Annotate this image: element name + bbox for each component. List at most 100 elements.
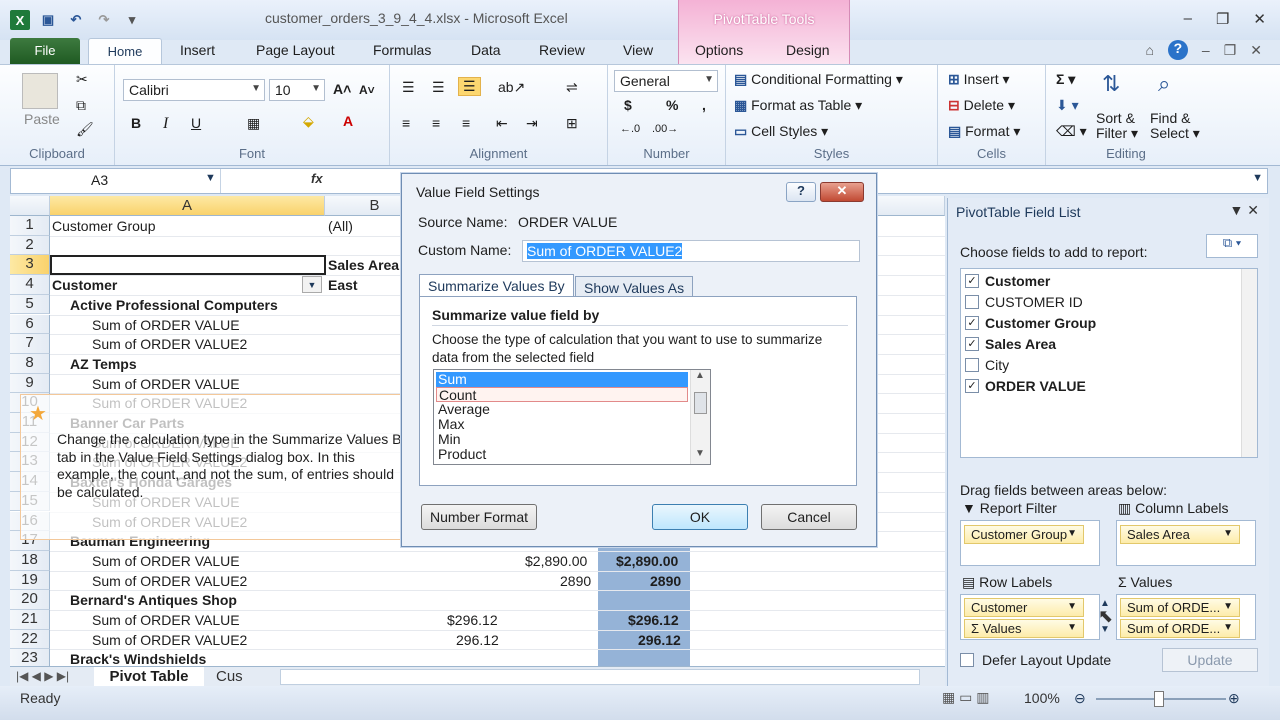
custom-name-input[interactable]: Sum of ORDER VALUE2 bbox=[522, 240, 860, 262]
cell-a[interactable]: Bernard's Antiques Shop bbox=[70, 590, 237, 610]
maximize-icon[interactable]: ❐ bbox=[1216, 10, 1229, 28]
row-header[interactable]: 3 bbox=[10, 255, 50, 276]
column-labels-area[interactable]: Sales Area ▼ bbox=[1116, 520, 1256, 566]
cell-b[interactable]: (All) bbox=[328, 216, 353, 236]
view-buttons-icon[interactable]: ▦ ▭ ▥ bbox=[942, 689, 989, 706]
align-left-icon[interactable]: ≡ bbox=[402, 115, 410, 131]
row-header[interactable]: 6 bbox=[10, 314, 50, 335]
value-cell[interactable]: 2890 bbox=[650, 571, 681, 591]
cell-a[interactable]: Sum of ORDER VALUE bbox=[92, 315, 240, 335]
value-cell[interactable]: 296.12 bbox=[638, 630, 681, 650]
format-cells-button[interactable]: ▤ Format ▾ bbox=[948, 123, 1020, 140]
filter-item-customer-group[interactable]: Customer Group ▼ bbox=[964, 525, 1084, 544]
tab-data[interactable]: Data bbox=[471, 42, 501, 58]
row-item-customer[interactable]: Customer ▼ bbox=[964, 598, 1084, 617]
tab-summarize-values-by[interactable]: Summarize Values By bbox=[419, 274, 574, 298]
cell-a[interactable]: Customer Group bbox=[52, 216, 155, 236]
tab-insert[interactable]: Insert bbox=[180, 42, 215, 58]
listbox-scrollbar[interactable]: ▲ ▼ bbox=[690, 370, 710, 464]
row-labels-area[interactable]: Customer ▼ Σ Values ▼ bbox=[960, 594, 1100, 640]
grow-font-icon[interactable]: A˄ bbox=[333, 81, 351, 97]
align-bottom-icon[interactable]: ☰ bbox=[458, 77, 481, 96]
field-item[interactable]: CUSTOMER ID bbox=[965, 294, 1083, 310]
doc-restore-icon[interactable]: ❐ bbox=[1224, 42, 1237, 59]
row-header[interactable]: 7 bbox=[10, 334, 50, 354]
fill-color-icon[interactable]: ⬙ bbox=[303, 113, 314, 130]
update-button[interactable]: Update bbox=[1162, 648, 1258, 672]
help-icon[interactable]: ? bbox=[1167, 40, 1188, 60]
scroll-thumb[interactable] bbox=[694, 392, 707, 414]
paste-button[interactable]: Paste bbox=[24, 111, 60, 127]
cell-a[interactable]: Sum of ORDER VALUE2 bbox=[92, 334, 247, 354]
value-cell[interactable]: $2,890.00 bbox=[525, 551, 587, 571]
calc-option-product[interactable]: Product bbox=[436, 447, 688, 462]
field-layout-icon[interactable]: ⧉ ▾ bbox=[1206, 234, 1258, 258]
cell-a[interactable]: Sum of ORDER VALUE bbox=[92, 551, 240, 571]
row-header[interactable]: 22 bbox=[10, 629, 50, 650]
sort-filter-icon[interactable]: ⇅ bbox=[1102, 71, 1120, 97]
calc-option-max[interactable]: Max bbox=[436, 417, 688, 432]
insert-function-icon[interactable]: fx bbox=[311, 171, 323, 186]
merge-center-icon[interactable]: ⊞ bbox=[566, 115, 578, 132]
row-header[interactable]: 23 bbox=[10, 649, 50, 666]
font-name-combo[interactable]: Calibri ▼ bbox=[123, 79, 265, 101]
row-item-values[interactable]: Σ Values ▼ bbox=[964, 619, 1084, 638]
undo-icon[interactable]: ↶ bbox=[66, 10, 86, 30]
cell-a[interactable]: Sum of ORDER VALUE bbox=[92, 610, 240, 630]
row-header[interactable]: 2 bbox=[10, 235, 50, 256]
report-filter-area[interactable]: Customer Group ▼ bbox=[960, 520, 1100, 566]
cell-b[interactable]: East bbox=[328, 275, 358, 295]
underline-button[interactable]: U bbox=[191, 115, 201, 131]
row-header[interactable]: 8 bbox=[10, 353, 50, 374]
expand-formula-icon[interactable]: ▼ bbox=[1252, 172, 1263, 184]
field-checkbox[interactable]: ✓ bbox=[965, 379, 979, 393]
percent-button[interactable]: % bbox=[666, 97, 678, 113]
sheet-nav-icon[interactable]: |◀ ◀ ▶ ▶| bbox=[16, 669, 69, 683]
row-header[interactable]: 9 bbox=[10, 373, 50, 394]
calc-option-sum[interactable]: Sum bbox=[436, 372, 688, 387]
conditional-formatting-button[interactable]: ▤ Conditional Formatting ▾ bbox=[734, 71, 903, 88]
tab-design[interactable]: Design bbox=[786, 42, 830, 58]
number-format-button[interactable]: Number Format bbox=[421, 504, 537, 530]
zoom-in-icon[interactable]: ⊕ bbox=[1228, 690, 1240, 707]
filter-dropdown-icon[interactable]: ▼ bbox=[302, 276, 322, 294]
align-center-icon[interactable]: ≡ bbox=[432, 115, 440, 131]
field-list-scrollbar[interactable] bbox=[1241, 269, 1257, 457]
scroll-down-icon[interactable]: ▼ bbox=[695, 448, 705, 459]
cell-b[interactable]: Sales Area bbox=[328, 255, 399, 275]
tab-view[interactable]: View bbox=[623, 42, 653, 58]
field-checkbox[interactable]: ✓ bbox=[965, 316, 979, 330]
doc-minimize-icon[interactable]: – bbox=[1202, 42, 1210, 58]
font-size-combo[interactable]: 10 ▼ bbox=[269, 79, 325, 101]
active-cell[interactable] bbox=[50, 255, 326, 276]
shrink-font-icon[interactable]: A˅ bbox=[359, 83, 375, 97]
increase-indent-icon[interactable]: ⇥ bbox=[526, 115, 538, 132]
calc-option-count[interactable]: Count bbox=[436, 387, 688, 403]
sheet-tab-next[interactable]: Cus bbox=[216, 668, 243, 685]
delete-cells-button[interactable]: ⊟ Delete ▾ bbox=[948, 97, 1015, 114]
select-all-corner[interactable] bbox=[10, 196, 50, 216]
doc-close-icon[interactable]: ✕ bbox=[1250, 42, 1262, 59]
format-painter-icon[interactable]: 🖌 bbox=[76, 121, 94, 138]
insert-cells-button[interactable]: ⊞ Insert ▾ bbox=[948, 71, 1010, 88]
number-format-combo[interactable]: General ▼ bbox=[614, 70, 718, 92]
sort-filter-button[interactable]: Sort & Filter ▾ bbox=[1096, 111, 1138, 141]
defer-layout-update[interactable]: Defer Layout Update bbox=[960, 652, 1111, 668]
value-cell[interactable]: 2890 bbox=[560, 571, 591, 591]
tab-options[interactable]: Options bbox=[695, 42, 743, 58]
field-item[interactable]: City bbox=[965, 357, 1009, 373]
field-item[interactable]: ✓ ORDER VALUE bbox=[965, 378, 1086, 394]
autosum-icon[interactable]: Σ ▾ bbox=[1056, 71, 1075, 88]
cell-styles-button[interactable]: ▭ Cell Styles ▾ bbox=[734, 123, 828, 140]
sheet-tab-pivot-table[interactable]: Pivot Table bbox=[94, 667, 204, 687]
zoom-out-icon[interactable]: ⊖ bbox=[1074, 690, 1086, 707]
save-icon[interactable]: ▣ bbox=[38, 10, 58, 30]
increase-decimal-icon[interactable]: ←.0 bbox=[620, 123, 640, 135]
borders-icon[interactable]: ▦ bbox=[247, 115, 260, 132]
horizontal-scrollbar[interactable] bbox=[280, 669, 920, 685]
tab-formulas[interactable]: Formulas bbox=[373, 42, 431, 58]
zoom-level[interactable]: 100% bbox=[1024, 690, 1060, 706]
name-box[interactable]: A3 bbox=[11, 169, 221, 193]
align-right-icon[interactable]: ≡ bbox=[462, 115, 470, 131]
row-header[interactable]: 5 bbox=[10, 294, 50, 315]
